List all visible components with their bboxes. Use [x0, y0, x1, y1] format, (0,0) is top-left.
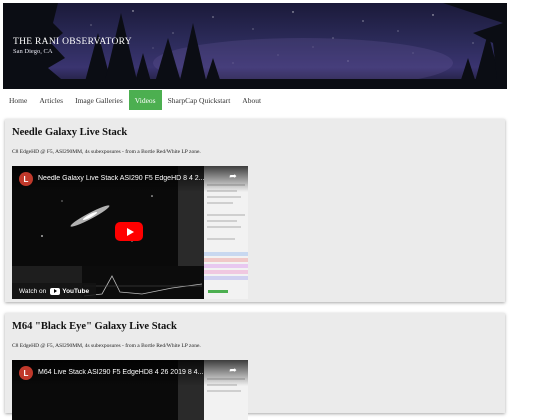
- share-icon[interactable]: ➦: [226, 366, 240, 380]
- video-title[interactable]: Needle Galaxy Live Stack ASI290 F5 EdgeH…: [38, 175, 213, 182]
- post-title: Needle Galaxy Live Stack: [12, 127, 128, 138]
- watch-on-label: Watch on: [19, 287, 47, 295]
- header-banner: THE RANI OBSERVATORY San Diego, CA: [3, 3, 507, 89]
- play-button[interactable]: [115, 222, 143, 241]
- youtube-embed[interactable]: L Needle Galaxy Live Stack ASI290 F5 Edg…: [12, 166, 248, 299]
- youtube-label: YouTube: [62, 287, 90, 295]
- channel-avatar[interactable]: L: [19, 366, 33, 380]
- play-icon: [126, 227, 134, 236]
- post-description: C8 EdgeHD @ F5, ASI290MM, 4s subexposure…: [12, 149, 201, 155]
- post-card: M64 "Black Eye" Galaxy Live Stack C8 Edg…: [5, 313, 505, 420]
- nav-item-about[interactable]: About: [236, 90, 267, 110]
- site-subtitle: San Diego, CA: [13, 48, 53, 55]
- share-icon[interactable]: ➦: [226, 172, 240, 186]
- channel-avatar[interactable]: L: [19, 172, 33, 186]
- nav-item-articles[interactable]: Articles: [33, 90, 69, 110]
- main-nav: Home Articles Image Galleries Videos Sha…: [3, 90, 507, 110]
- site-title: THE RANI OBSERVATORY: [13, 37, 132, 47]
- post-description: C8 EdgeHD @ F5, ASI290MM, 4s subexposure…: [12, 343, 201, 349]
- nav-item-videos[interactable]: Videos: [128, 90, 162, 110]
- post-title: M64 "Black Eye" Galaxy Live Stack: [12, 321, 177, 332]
- youtube-logo-icon: YouTube: [50, 287, 90, 295]
- nav-item-image-galleries[interactable]: Image Galleries: [69, 90, 129, 110]
- video-title[interactable]: M64 Live Stack ASI290 F5 EdgeHD8 4 26 20…: [38, 369, 213, 376]
- post-card: Needle Galaxy Live Stack C8 EdgeHD @ F5,…: [5, 119, 505, 302]
- nav-item-sharpcap-quickstart[interactable]: SharpCap Quickstart: [162, 90, 237, 110]
- watch-on-youtube-button[interactable]: Watch on YouTube: [12, 283, 97, 299]
- nav-item-home[interactable]: Home: [3, 90, 33, 110]
- youtube-embed[interactable]: L M64 Live Stack ASI290 F5 EdgeHD8 4 26 …: [12, 360, 248, 420]
